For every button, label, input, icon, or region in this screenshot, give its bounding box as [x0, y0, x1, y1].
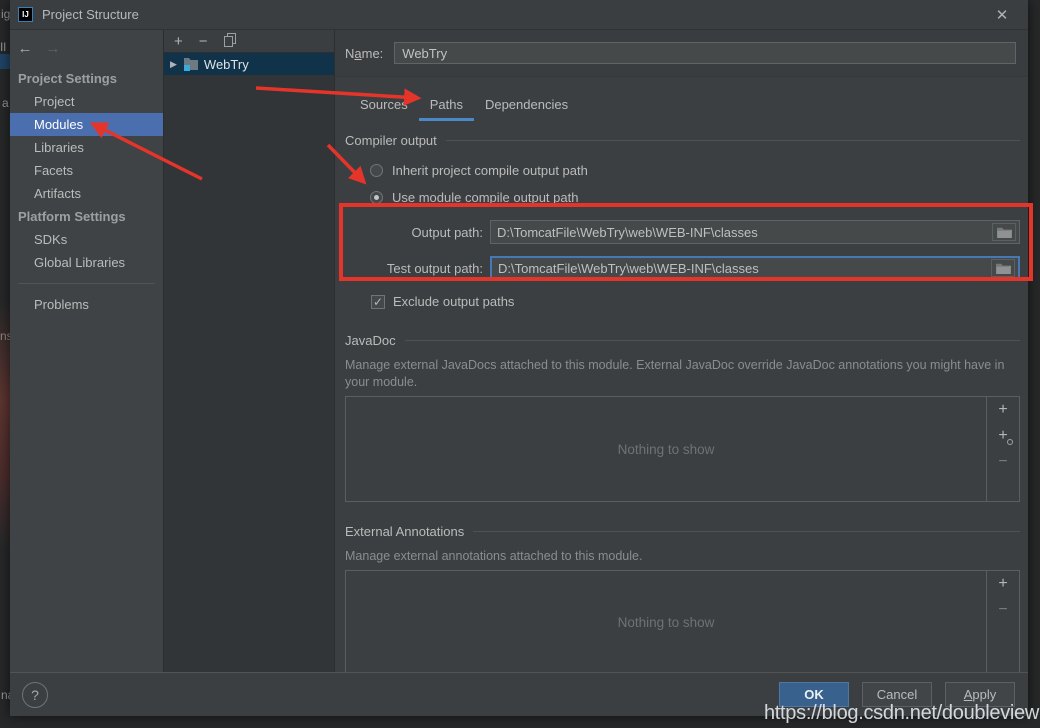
add-annotation-icon[interactable]: + [998, 575, 1007, 593]
ok-button[interactable]: OK [779, 682, 849, 707]
checkbox-checked-icon[interactable]: ✓ [371, 295, 385, 309]
tab-paths[interactable]: Paths [419, 92, 474, 121]
settings-sidebar: ← → Project Settings Project Modules Lib… [10, 30, 163, 672]
folder-icon [996, 262, 1011, 274]
sidebar-item-facets[interactable]: Facets [10, 159, 163, 182]
browse-folder-button[interactable] [991, 259, 1015, 277]
test-output-path-input[interactable] [492, 258, 1018, 278]
sidebar-item-libraries[interactable]: Libraries [10, 136, 163, 159]
output-path-row: Output path: [345, 220, 1020, 244]
tree-toolbar: + − [164, 30, 334, 53]
remove-annotation-icon[interactable]: − [998, 601, 1007, 619]
radio-selected-icon[interactable] [370, 191, 383, 204]
external-annotations-description: Manage external annotations attached to … [345, 548, 1005, 565]
module-name-input[interactable] [394, 42, 1016, 64]
javadoc-section-header: JavaDoc [345, 333, 1020, 348]
radio-label: Use module compile output path [392, 190, 578, 205]
test-output-path-field[interactable] [490, 256, 1020, 280]
checkbox-label: Exclude output paths [393, 294, 514, 309]
output-path-label: Output path: [345, 225, 483, 240]
folder-icon [997, 226, 1012, 238]
sidebar-item-global-libraries[interactable]: Global Libraries [10, 251, 163, 274]
tab-sources[interactable]: Sources [349, 92, 419, 121]
test-output-path-row: Test output path: [345, 256, 1020, 280]
dialog-footer: ? OK Cancel Apply [10, 672, 1028, 716]
external-annotations-section-header: External Annotations [345, 524, 1020, 539]
background-image-sliver [0, 300, 10, 550]
javadoc-empty-text: Nothing to show [346, 397, 986, 501]
sidebar-item-artifacts[interactable]: Artifacts [10, 182, 163, 205]
javadoc-list[interactable]: Nothing to show + + − [345, 396, 1020, 502]
copy-module-icon[interactable] [224, 33, 237, 50]
help-button[interactable]: ? [22, 682, 48, 708]
browse-folder-button[interactable] [992, 223, 1016, 241]
sidebar-item-problems[interactable]: Problems [10, 293, 163, 316]
module-folder-icon [183, 57, 199, 71]
tab-dependencies[interactable]: Dependencies [474, 92, 579, 121]
dialog-title: Project Structure [42, 7, 139, 22]
javadoc-description: Manage external JavaDocs attached to thi… [345, 357, 1005, 391]
project-structure-dialog: IJ Project Structure ✕ ← → Project Setti… [10, 0, 1028, 716]
apply-button[interactable]: Apply [945, 682, 1015, 707]
javadoc-list-toolbar: + + − [986, 397, 1019, 501]
background-selection-sliver [0, 54, 10, 69]
modules-tree-panel: + − ▶ WebTry [163, 30, 335, 672]
module-editor-panel: Name: Sources Paths Dependencies Compile… [335, 30, 1028, 672]
radio-label: Inherit project compile output path [392, 163, 588, 178]
output-path-field[interactable] [490, 220, 1020, 244]
radio-icon[interactable] [370, 164, 383, 177]
sidebar-divider [18, 283, 155, 284]
tree-node-webtry[interactable]: ▶ WebTry [164, 53, 334, 75]
url-badge-icon [1007, 439, 1013, 445]
compiler-output-section-header: Compiler output [345, 133, 1020, 148]
forward-icon: → [44, 40, 62, 57]
test-output-path-label: Test output path: [345, 261, 483, 276]
name-label: Name: [345, 46, 383, 61]
output-path-input[interactable] [491, 221, 1019, 243]
cancel-button[interactable]: Cancel [862, 682, 932, 707]
background-text-fragment: ig [1, 7, 10, 21]
copy-icon [224, 33, 237, 47]
radio-use-module-output-path[interactable]: Use module compile output path [370, 190, 1020, 205]
remove-module-icon[interactable]: − [199, 34, 208, 49]
sidebar-item-project[interactable]: Project [10, 90, 163, 113]
sidebar-item-modules[interactable]: Modules [10, 113, 163, 136]
expand-arrow-icon[interactable]: ▶ [170, 59, 177, 70]
intellij-logo-icon: IJ [18, 7, 33, 22]
sidebar-item-sdks[interactable]: SDKs [10, 228, 163, 251]
external-annotations-empty-text: Nothing to show [346, 571, 986, 674]
add-module-icon[interactable]: + [174, 34, 183, 49]
sidebar-section-platform-settings: Platform Settings [10, 205, 163, 228]
sidebar-section-project-settings: Project Settings [10, 67, 163, 90]
exclude-output-paths-checkbox-row[interactable]: ✓ Exclude output paths [371, 294, 1020, 309]
background-text-fragment: Il [0, 40, 6, 54]
back-icon[interactable]: ← [16, 40, 34, 57]
module-name-header: Name: [335, 30, 1028, 77]
external-annotations-list-toolbar: + − [986, 571, 1019, 674]
module-tabs: Sources Paths Dependencies [349, 92, 1020, 121]
help-icon: ? [31, 687, 39, 703]
background-text-fragment: a [2, 96, 9, 110]
add-javadoc-icon[interactable]: + [998, 401, 1007, 419]
add-javadoc-url-icon[interactable]: + [998, 427, 1007, 445]
tree-node-label: WebTry [204, 57, 249, 72]
radio-inherit-output-path[interactable]: Inherit project compile output path [370, 163, 1020, 178]
dialog-titlebar[interactable]: IJ Project Structure ✕ [10, 0, 1028, 30]
close-icon[interactable]: ✕ [990, 4, 1014, 26]
remove-javadoc-icon[interactable]: − [998, 453, 1007, 471]
external-annotations-list[interactable]: Nothing to show + − [345, 570, 1020, 675]
